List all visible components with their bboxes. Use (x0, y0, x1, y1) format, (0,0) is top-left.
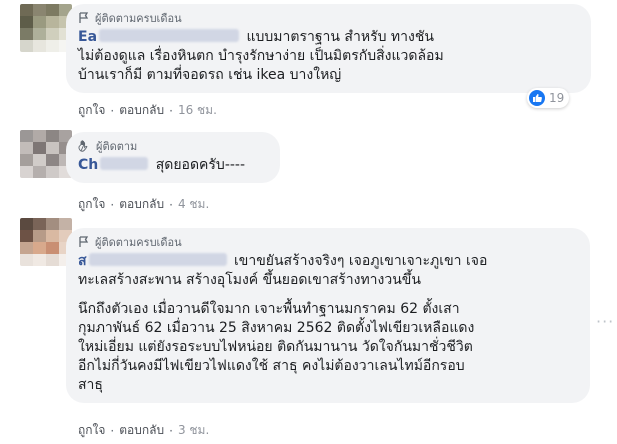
comment-actions: ถูกใจ · ตอบกลับ · 4 ชม. (78, 195, 209, 214)
like-link[interactable]: ถูกใจ (78, 195, 105, 214)
comment-line: ไม่ต้องดูแล เรื่องหินตก บำรุงรักษาง่าย เ… (78, 48, 444, 64)
comment-line: นึกถึงตัวเอง เมื่อวานดีใจมาก เจาะพื้นทำฐ… (78, 301, 460, 317)
reply-link[interactable]: ตอบกลับ (119, 195, 164, 214)
comment-line: ทะเลสร้างสะพาน สร้างอุโมงค์ ขึ้นยอดเขาสร… (78, 272, 421, 288)
flag-icon (79, 12, 89, 23)
comment-line: ใหม่เอี่ยม แต่ยังรอระบบไฟหน่อย ติดกันมาน… (78, 339, 473, 355)
comment-text: ส เขาขยันสร้างจริงๆ เจอภูเขาเจาะภูเขา เจ… (78, 253, 488, 269)
like-link[interactable]: ถูกใจ (78, 421, 105, 440)
comment-author[interactable]: ส (78, 253, 87, 269)
comment-line: อีกไม่กี่วันคงมีไฟเขียวไฟแดงใช้ สาธุ คงไ… (78, 358, 465, 374)
avatar[interactable] (20, 130, 72, 178)
timestamp[interactable]: 3 ชม. (178, 421, 209, 440)
member-badge: ผู้ติดตามครบเดือน (78, 234, 578, 250)
comment-text: Ea แบบมาตราฐาน สำหรับ ทางชัน (78, 29, 434, 45)
comment-3: ผู้ติดตามครบเดือน ส เขาขยันสร้างจริงๆ เจ… (0, 216, 617, 444)
blurred-name (99, 29, 240, 42)
badge-label: ผู้ติดตาม (96, 140, 138, 153)
comment-text: Ch สุดยอดครับ---- (78, 157, 246, 173)
comment-line: บ้านเราก็มี ตามที่จอดรถ เช่น ikea บางใหญ… (78, 67, 342, 83)
like-link[interactable]: ถูกใจ (78, 101, 105, 120)
avatar[interactable] (20, 218, 72, 266)
comment-2: ผู้ติดตาม Ch สุดยอดครับ---- ถูกใจ · ตอบก… (0, 128, 617, 216)
comment-actions: ถูกใจ · ตอบกลับ · 16 ชม. (78, 101, 217, 120)
comment-author[interactable]: Ea (78, 29, 97, 45)
member-badge: ผู้ติดตามครบเดือน (78, 10, 579, 26)
comment-line: กุมภาพันธ์ 62 เมื่อวาน 25 สิงหาคม 2562 ต… (78, 320, 475, 336)
avatar[interactable] (20, 4, 72, 52)
reaction-count: 19 (549, 91, 565, 105)
badge-label: ผู้ติดตามครบเดือน (95, 12, 182, 25)
member-badge: ผู้ติดตาม (78, 138, 268, 154)
comment-bubble: ผู้ติดตาม Ch สุดยอดครับ---- (66, 132, 280, 183)
blurred-name (100, 157, 149, 170)
timestamp[interactable]: 16 ชม. (178, 101, 217, 120)
reaction-summary[interactable]: 19 (527, 88, 570, 108)
wave-hand-icon (78, 140, 88, 152)
comment-bubble: ผู้ติดตามครบเดือน Ea แบบมาตราฐาน สำหรับ … (66, 4, 591, 93)
comment-1: ผู้ติดตามครบเดือน Ea แบบมาตราฐาน สำหรับ … (0, 0, 617, 128)
blurred-name (88, 253, 227, 266)
flag-icon (79, 236, 89, 247)
more-options-icon[interactable]: ··· (596, 312, 614, 331)
reply-link[interactable]: ตอบกลับ (119, 101, 164, 120)
comment-actions: ถูกใจ · ตอบกลับ · 3 ชม. (78, 421, 209, 440)
comment-author[interactable]: Ch (78, 157, 98, 173)
reply-link[interactable]: ตอบกลับ (119, 421, 164, 440)
timestamp[interactable]: 4 ชม. (178, 195, 209, 214)
comment-bubble: ผู้ติดตามครบเดือน ส เขาขยันสร้างจริงๆ เจ… (66, 228, 590, 403)
badge-label: ผู้ติดตามครบเดือน (95, 236, 182, 249)
thumbs-up-icon (529, 90, 545, 106)
comment-line: สาธุ (78, 377, 103, 393)
